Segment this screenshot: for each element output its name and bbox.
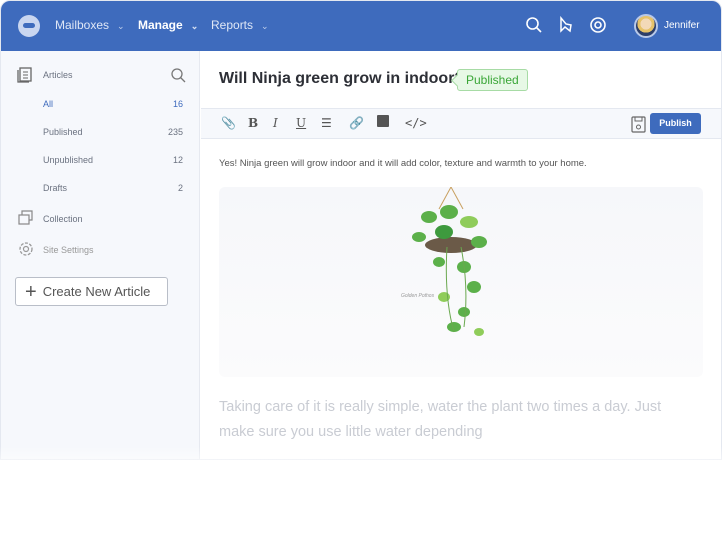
fade-overlay: [0, 446, 722, 476]
create-new-article-button[interactable]: + Create New Article: [15, 277, 168, 306]
item-label: Drafts: [43, 183, 68, 193]
sidebar-item-site-settings[interactable]: Site Settings: [43, 245, 94, 255]
article-intro[interactable]: Yes! Ninja green will grow indoor and it…: [219, 158, 587, 169]
sidebar: Articles All 16 Published 235 Unpublished 1…: [1, 51, 200, 459]
nav-manage[interactable]: Manage ⌄: [138, 18, 198, 32]
sidebar-item-collection[interactable]: Collection: [43, 214, 83, 224]
link-icon[interactable]: 🔗: [349, 116, 364, 130]
collection-icon: [18, 210, 33, 225]
plant-image[interactable]: Golden Pothos: [219, 187, 703, 377]
chevron-down-icon: ⌄: [261, 21, 269, 31]
pointer-icon[interactable]: [557, 16, 575, 34]
button-label: Create New Article: [42, 284, 151, 299]
nav-mailboxes[interactable]: Mailboxes ⌄: [55, 18, 125, 32]
search-icon[interactable]: [525, 16, 543, 34]
list-icon[interactable]: ☰: [321, 116, 332, 130]
chevron-down-icon: ⌄: [190, 21, 199, 31]
item-count: 16: [172, 99, 183, 109]
editor-toolbar: 📎 B I U ☰ 🔗 </> Publish: [201, 108, 721, 139]
item-label: All: [43, 99, 54, 109]
top-nav: Mailboxes ⌄ Manage ⌄ Reports ⌄ Jennifer: [1, 1, 721, 51]
item-label: Unpublished: [43, 155, 94, 165]
image-caption: Golden Pothos: [401, 293, 435, 299]
help-lifebuoy-icon[interactable]: [589, 16, 607, 34]
item-label: Published: [43, 127, 83, 137]
plus-icon: +: [25, 280, 37, 303]
item-count: 2: [177, 183, 183, 193]
nav-reports[interactable]: Reports ⌄: [211, 18, 269, 32]
logo-icon[interactable]: [18, 15, 40, 37]
nav-label: Manage: [138, 18, 183, 32]
search-icon[interactable]: [171, 68, 186, 83]
save-icon[interactable]: [631, 116, 646, 133]
nav-label: Mailboxes: [55, 18, 110, 32]
italic-icon[interactable]: I: [273, 116, 278, 130]
publish-button[interactable]: Publish: [650, 113, 701, 134]
item-count: 12: [172, 155, 183, 165]
bold-icon[interactable]: B: [248, 116, 258, 130]
avatar[interactable]: [634, 14, 658, 38]
status-badge: Published: [457, 69, 528, 91]
article-title[interactable]: Will Ninja green grow in indoor?: [219, 70, 464, 88]
app-window: Mailboxes ⌄ Manage ⌄ Reports ⌄ Jennifer Art…: [0, 0, 722, 460]
hanging-plant-illustration: [412, 187, 487, 336]
section-articles: Articles: [43, 70, 73, 80]
gear-icon: [19, 242, 33, 256]
user-name[interactable]: Jennifer: [664, 20, 700, 31]
article-body[interactable]: Taking care of it is really simple, wate…: [219, 395, 689, 445]
image-icon[interactable]: [377, 115, 389, 127]
articles-icon: [17, 67, 32, 83]
underline-icon[interactable]: U: [296, 116, 306, 130]
code-icon[interactable]: </>: [405, 116, 427, 130]
nav-label: Reports: [211, 18, 254, 32]
item-count: 235: [167, 127, 183, 137]
chevron-down-icon: ⌄: [117, 21, 125, 31]
editor: Will Ninja green grow in indoor? Publish…: [201, 51, 721, 459]
attachment-icon[interactable]: 📎: [221, 116, 236, 130]
